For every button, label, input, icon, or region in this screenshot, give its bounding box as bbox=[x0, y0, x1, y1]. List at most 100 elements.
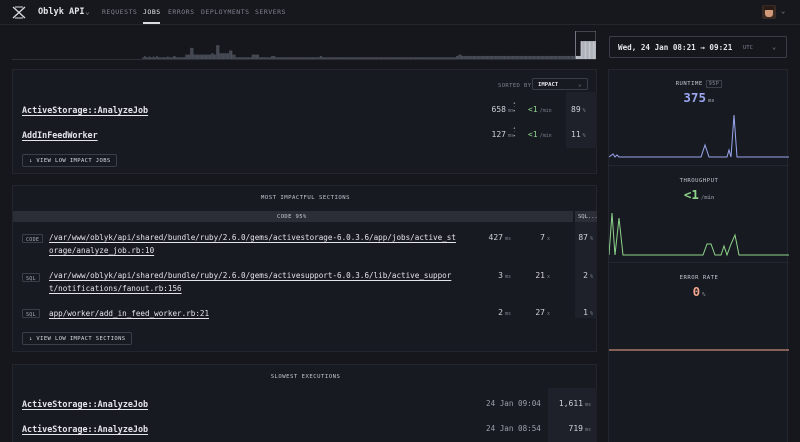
timeline-bar bbox=[476, 55, 478, 59]
section-path-link[interactable]: /var/www/oblyk/api/shared/bundle/ruby/2.… bbox=[49, 269, 451, 295]
sort-select[interactable]: IMPACT ⌄ bbox=[532, 78, 588, 90]
timeline-bar bbox=[196, 54, 198, 59]
timeline-bar bbox=[271, 55, 273, 59]
timeline-bar bbox=[203, 54, 205, 59]
timeline-bar bbox=[482, 55, 484, 59]
timeline-bar bbox=[371, 57, 373, 59]
throughput-title: THROUGHPUT bbox=[679, 178, 719, 184]
timeline-bar bbox=[229, 50, 231, 59]
top-bar: Oblyk API ⌄ REQUESTS JOBS ERRORS DEPLOYM… bbox=[0, 0, 800, 25]
timeline-bar bbox=[442, 57, 444, 59]
timeline-bar bbox=[557, 55, 559, 59]
timeline-bar bbox=[363, 57, 365, 59]
timeline-bar bbox=[164, 57, 166, 59]
timeline-bar bbox=[246, 57, 248, 59]
timeline-bar bbox=[455, 55, 457, 59]
view-low-impact-jobs-button[interactable]: ↓ VIEW LOW IMPACT JOBS bbox=[22, 154, 117, 167]
timeline-bar bbox=[538, 55, 540, 59]
timeline-bar bbox=[321, 55, 323, 59]
timeline-bar bbox=[387, 57, 388, 59]
nav-jobs[interactable]: JOBS bbox=[143, 8, 161, 16]
timeline-bar bbox=[435, 57, 437, 59]
timeline-bar bbox=[547, 55, 549, 59]
section-percent: 1% bbox=[583, 308, 593, 317]
timeline-bar bbox=[484, 55, 486, 59]
timeline-bar bbox=[501, 55, 503, 59]
timeline-bar bbox=[142, 57, 144, 59]
section-time: 2 ms bbox=[498, 308, 511, 317]
timeline-bar bbox=[220, 53, 222, 59]
timeline-bar bbox=[511, 55, 513, 59]
timeline-histogram[interactable] bbox=[12, 31, 596, 60]
timeline-bar bbox=[174, 55, 176, 59]
timeline-bar bbox=[184, 57, 186, 59]
execution-link[interactable]: ActiveStorage::AnalyzeJob bbox=[22, 424, 148, 434]
nav-requests[interactable]: REQUESTS bbox=[102, 8, 137, 16]
timeline-bar bbox=[440, 57, 442, 59]
timeline-bar bbox=[286, 57, 288, 59]
timeline-bar bbox=[524, 55, 526, 59]
x-logo-icon[interactable] bbox=[12, 6, 26, 19]
job-link[interactable]: ActiveStorage::AnalyzeJob bbox=[22, 105, 148, 115]
timeline-bar bbox=[422, 57, 424, 59]
timeline-bar bbox=[216, 45, 218, 59]
timeline-bar bbox=[451, 57, 453, 59]
timeline-bar bbox=[190, 47, 192, 59]
timeline-bar bbox=[226, 53, 228, 59]
timeline-bar bbox=[562, 55, 564, 59]
timeline-bar bbox=[512, 55, 514, 59]
timeline-bar bbox=[376, 57, 378, 59]
throughput-sparkline[interactable] bbox=[609, 208, 789, 258]
timeline-bar bbox=[269, 57, 271, 59]
timeline-bar bbox=[214, 54, 216, 59]
section-path-link[interactable]: /var/www/oblyk/api/shared/bundle/ruby/2.… bbox=[49, 231, 456, 257]
timeline-bar bbox=[158, 57, 160, 59]
timeline-bar bbox=[155, 57, 157, 59]
job-time: 127 ms bbox=[491, 130, 514, 139]
timeline-bar bbox=[331, 57, 333, 59]
nav-errors[interactable]: ERRORS bbox=[168, 8, 194, 16]
section-tag: SQL bbox=[22, 273, 40, 282]
timeline-bar bbox=[572, 55, 574, 59]
timeline-bar bbox=[565, 55, 567, 59]
timeline-bar bbox=[227, 53, 229, 59]
timeline-bar bbox=[481, 55, 483, 59]
app-name[interactable]: Oblyk API bbox=[38, 7, 85, 17]
timeline-bar bbox=[443, 57, 445, 59]
timeline-bar bbox=[419, 57, 421, 59]
nav-servers[interactable]: SERVERS bbox=[255, 8, 286, 16]
timeline-bar bbox=[459, 54, 460, 59]
timeline-bar bbox=[284, 57, 286, 59]
chevron-down-icon[interactable]: ⌄ bbox=[781, 7, 785, 15]
timeline-bar bbox=[591, 41, 592, 59]
section-percent: 2% bbox=[583, 271, 593, 280]
timeline-bar bbox=[583, 41, 584, 59]
timeline-bar bbox=[325, 57, 327, 59]
section-tag: SQL bbox=[22, 309, 40, 318]
chevron-down-icon[interactable]: ⌄ bbox=[85, 7, 90, 16]
date-range-picker[interactable]: Wed, 24 Jan 08:21 → 09:21 UTC ⌄ bbox=[609, 36, 787, 58]
timeline-bar bbox=[264, 57, 266, 59]
timeline-bars[interactable] bbox=[12, 31, 596, 60]
runtime-sparkline[interactable] bbox=[609, 110, 789, 160]
timeline-bar bbox=[291, 57, 293, 59]
error-rate-sparkline[interactable] bbox=[609, 305, 789, 355]
view-low-impact-sections-button[interactable]: ↓ VIEW LOW IMPACT SECTIONS bbox=[22, 332, 132, 345]
job-link[interactable]: AddInFeedWorker bbox=[22, 130, 98, 140]
nav-deployments[interactable]: DEPLOYMENTS bbox=[201, 8, 250, 16]
code-share-bar[interactable]: CODE 95% bbox=[13, 211, 573, 222]
chevron-down-icon: ⌄ bbox=[772, 43, 777, 51]
timeline-bar bbox=[276, 57, 278, 59]
timeline-bar bbox=[161, 57, 163, 59]
section-count: 27 x bbox=[535, 308, 550, 317]
timeline-bar bbox=[232, 54, 234, 59]
timeline-bar bbox=[272, 55, 274, 59]
execution-link[interactable]: ActiveStorage::AnalyzeJob bbox=[22, 399, 148, 409]
timeline-bar bbox=[277, 57, 279, 59]
section-path-link[interactable]: app/worker/add_in_feed_worker.rb:21 bbox=[49, 307, 209, 320]
timeline-bar bbox=[250, 57, 252, 59]
timeline-bar bbox=[183, 57, 185, 59]
sql-share-bar[interactable]: SQL... bbox=[575, 211, 598, 222]
avatar[interactable] bbox=[762, 5, 776, 19]
timeline-bar bbox=[245, 57, 247, 59]
